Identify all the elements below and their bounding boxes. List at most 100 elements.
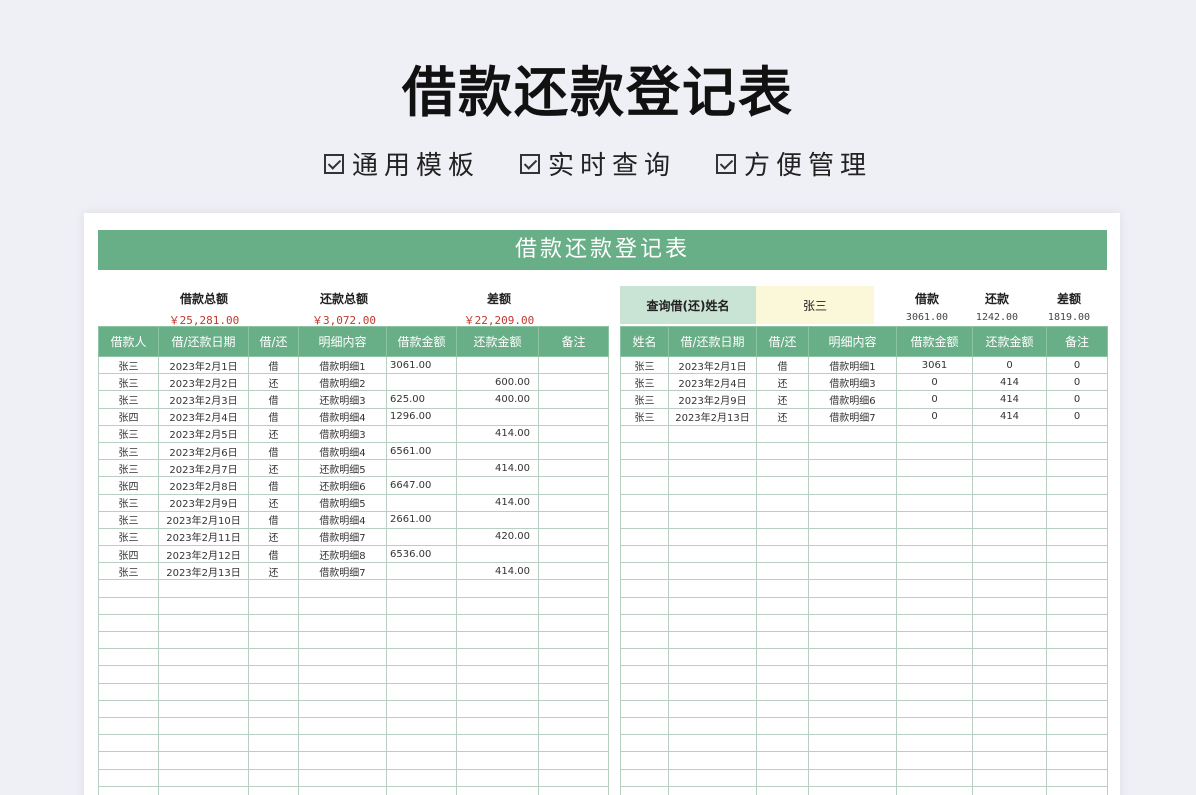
table-cell[interactable] (158, 682, 249, 701)
table-cell[interactable]: 0 (1046, 355, 1108, 375)
table-cell[interactable] (972, 648, 1047, 667)
table-cell[interactable] (896, 768, 973, 787)
column-header[interactable]: 借/还款日期 (668, 326, 757, 357)
table-cell[interactable] (620, 665, 669, 684)
table-row[interactable]: 张四 2023年2月4日借借款明细4 1296.00 (98, 407, 609, 426)
table-cell[interactable]: 6561.00 (386, 441, 457, 461)
empty-row[interactable] (620, 665, 1108, 684)
table-cell[interactable]: 6647.00 (386, 476, 457, 495)
table-cell[interactable] (620, 424, 669, 443)
table-cell[interactable] (808, 459, 897, 478)
table-cell[interactable] (808, 630, 897, 650)
table-cell[interactable] (972, 424, 1047, 443)
table-cell[interactable] (1046, 734, 1108, 753)
table-row[interactable]: 张三 2023年2月6日借借款明细4 6561.00 (98, 441, 609, 461)
table-cell[interactable] (620, 768, 669, 787)
table-cell[interactable] (896, 665, 973, 684)
table-cell[interactable] (1046, 579, 1108, 598)
table-cell[interactable] (1046, 596, 1108, 615)
table-cell[interactable] (972, 785, 1047, 795)
table-cell[interactable] (620, 441, 669, 461)
table-cell[interactable] (298, 613, 387, 633)
table-cell[interactable]: 借款明细4 (298, 441, 387, 461)
table-cell[interactable] (456, 545, 539, 564)
table-cell[interactable] (98, 768, 159, 787)
table-row[interactable]: 张三 2023年2月13日还借款明细7 414.00 (98, 562, 609, 581)
table-cell[interactable] (456, 665, 539, 684)
table-cell[interactable] (298, 699, 387, 718)
table-cell[interactable] (620, 699, 669, 718)
table-cell[interactable] (896, 751, 973, 770)
table-cell[interactable] (1046, 751, 1108, 770)
empty-row[interactable] (98, 648, 609, 667)
table-cell[interactable] (456, 596, 539, 615)
table-cell[interactable] (386, 527, 457, 547)
table-cell[interactable] (1046, 768, 1108, 787)
column-header[interactable]: 借/还 (756, 326, 809, 357)
table-cell[interactable] (248, 785, 299, 795)
empty-row[interactable] (620, 596, 1108, 615)
table-cell[interactable] (98, 665, 159, 684)
table-cell[interactable] (248, 665, 299, 684)
table-cell[interactable] (808, 545, 897, 564)
table-row[interactable]: 张三 2023年2月11日还借款明细7 420.00 (98, 527, 609, 547)
table-cell[interactable] (620, 545, 669, 564)
table-cell[interactable] (1046, 424, 1108, 443)
table-cell[interactable]: 2023年2月1日 (668, 355, 757, 375)
table-cell[interactable] (538, 527, 609, 547)
table-cell[interactable] (808, 648, 897, 667)
column-header[interactable]: 借/还款日期 (158, 326, 249, 357)
empty-row[interactable] (620, 699, 1108, 718)
table-cell[interactable]: 还 (248, 562, 299, 581)
table-cell[interactable] (668, 510, 757, 529)
table-cell[interactable] (98, 751, 159, 770)
table-cell[interactable] (298, 716, 387, 736)
table-cell[interactable] (298, 682, 387, 701)
table-cell[interactable] (668, 424, 757, 443)
table-cell[interactable] (298, 734, 387, 753)
table-cell[interactable] (896, 424, 973, 443)
table-cell[interactable] (1046, 665, 1108, 684)
table-cell[interactable] (620, 493, 669, 512)
table-cell[interactable] (1046, 545, 1108, 564)
table-cell[interactable] (456, 355, 539, 375)
table-cell[interactable] (896, 562, 973, 581)
table-cell[interactable] (248, 716, 299, 736)
table-row[interactable]: 张三 2023年2月10日借借款明细4 2661.00 (98, 510, 609, 529)
table-cell[interactable] (808, 424, 897, 443)
table-cell[interactable] (668, 768, 757, 787)
empty-row[interactable] (98, 682, 609, 701)
table-cell[interactable] (98, 716, 159, 736)
table-cell[interactable]: 还 (248, 527, 299, 547)
table-cell[interactable] (158, 579, 249, 598)
table-cell[interactable]: 625.00 (386, 390, 457, 409)
table-cell[interactable] (538, 768, 609, 787)
table-row[interactable]: 张四 2023年2月12日借还款明细8 6536.00 (98, 545, 609, 564)
table-cell[interactable] (538, 424, 609, 443)
table-cell[interactable] (808, 734, 897, 753)
table-cell[interactable]: 1296.00 (386, 407, 457, 426)
empty-row[interactable] (98, 596, 609, 615)
empty-row[interactable] (620, 613, 1108, 633)
empty-row[interactable] (620, 734, 1108, 753)
empty-row[interactable] (620, 527, 1108, 547)
table-row[interactable]: 张三 2023年2月7日还还款明细5 414.00 (98, 459, 609, 478)
table-cell[interactable]: 2023年2月6日 (158, 441, 249, 461)
table-cell[interactable] (538, 682, 609, 701)
table-cell[interactable] (248, 682, 299, 701)
table-cell[interactable] (1046, 613, 1108, 633)
table-cell[interactable] (538, 751, 609, 770)
table-cell[interactable]: 2023年2月4日 (668, 373, 757, 392)
table-cell[interactable] (756, 630, 809, 650)
empty-row[interactable] (98, 785, 609, 795)
table-cell[interactable] (972, 562, 1047, 581)
empty-row[interactable] (620, 630, 1108, 650)
table-cell[interactable] (972, 665, 1047, 684)
table-cell[interactable]: 还 (756, 373, 809, 392)
table-cell[interactable]: 2023年2月13日 (668, 407, 757, 426)
table-cell[interactable] (620, 734, 669, 753)
table-cell[interactable] (386, 682, 457, 701)
table-cell[interactable] (158, 648, 249, 667)
empty-row[interactable] (620, 493, 1108, 512)
table-cell[interactable] (538, 476, 609, 495)
